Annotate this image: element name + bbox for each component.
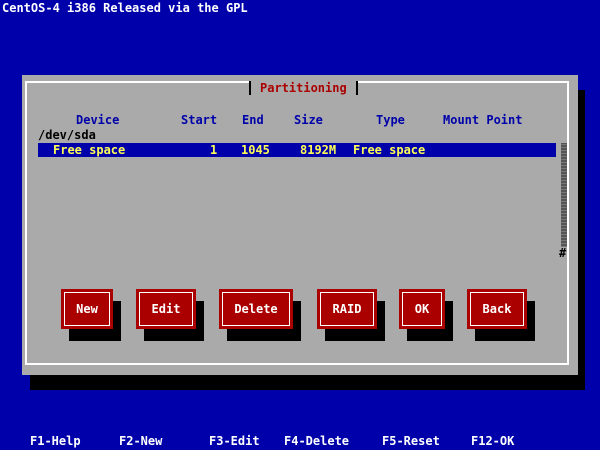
installer-banner: CentOS-4 i386 Released via the GPL <box>2 1 248 15</box>
partition-row-free-space[interactable]: Free space 1 1045 8192M Free space <box>38 143 556 157</box>
function-key-ok: F12-OK <box>471 434 515 448</box>
column-header-device: Device <box>76 113 120 127</box>
column-header-end: End <box>242 113 264 127</box>
cell-start: 1 <box>210 143 218 157</box>
function-key-delete: F4-Delete <box>284 434 350 448</box>
function-key-new: F2-New <box>119 434 163 448</box>
ok-button[interactable]: OK <box>399 289 445 329</box>
partition-list-scrollbar[interactable]: # <box>559 143 569 259</box>
dialog-frame: Partitioning Device Start End Size Type … <box>25 81 569 365</box>
cell-type: Free space <box>353 143 426 157</box>
column-header-size: Size <box>294 113 323 127</box>
column-header-start: Start <box>181 113 218 127</box>
cell-end: 1045 <box>241 143 270 157</box>
column-header-mount-point: Mount Point <box>443 113 523 127</box>
function-key-edit: F3-Edit <box>209 434 260 448</box>
dialog-title: Partitioning <box>249 81 358 95</box>
function-key-reset: F5-Reset <box>382 434 440 448</box>
column-header-type: Type <box>376 113 405 127</box>
disk-device-label: /dev/sda <box>38 128 96 142</box>
new-button[interactable]: New <box>61 289 113 329</box>
function-key-help: F1-Help <box>30 434 81 448</box>
raid-button[interactable]: RAID <box>317 289 377 329</box>
edit-button[interactable]: Edit <box>136 289 196 329</box>
scrollbar-thumb[interactable]: # <box>559 247 566 259</box>
delete-button[interactable]: Delete <box>219 289 293 329</box>
partitioning-dialog: Partitioning Device Start End Size Type … <box>22 75 578 375</box>
cell-size: 8192M <box>300 143 337 157</box>
scrollbar-track <box>561 143 567 247</box>
cell-device: Free space <box>53 143 126 157</box>
back-button[interactable]: Back <box>467 289 527 329</box>
